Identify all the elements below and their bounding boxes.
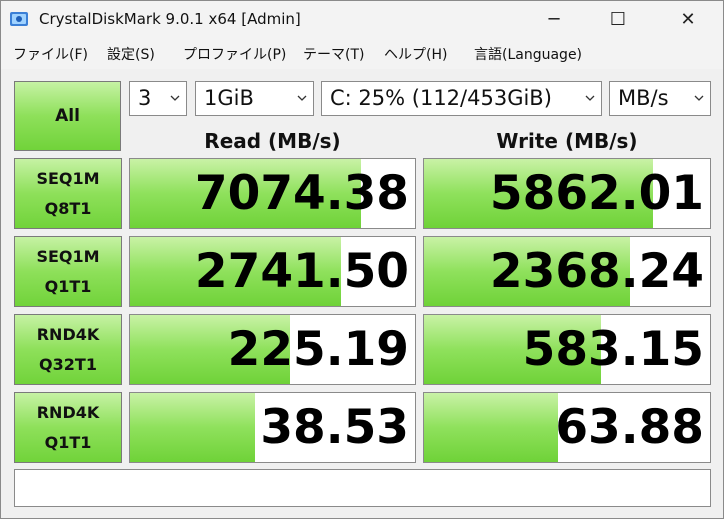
read-result-rnd4k-q1t1: 38.53 [129, 392, 416, 463]
test-button-line2: Q1T1 [44, 276, 92, 296]
minimize-icon: ─ [548, 8, 560, 30]
read-value: 7074.38 [194, 166, 409, 221]
minimize-button[interactable]: ─ [531, 1, 577, 37]
chevron-down-icon [694, 95, 704, 101]
main-content: All 3 1GiB C: 25% (112/453GiB) MB/s Read… [1, 69, 723, 518]
test-count-select[interactable]: 3 [129, 81, 187, 116]
read-value: 225.19 [227, 322, 409, 377]
test-button-line1: SEQ1M [36, 246, 100, 266]
write-result-seq1m-q1t1: 2368.24 [423, 236, 711, 307]
test-count-value: 3 [138, 86, 152, 110]
app-window: CrystalDiskMark 9.0.1 x64 [Admin] ─ ☐ ✕ … [0, 0, 724, 519]
test-button-seq1m-q8t1[interactable]: SEQ1M Q8T1 [14, 158, 122, 229]
test-button-rnd4k-q1t1[interactable]: RND4K Q1T1 [14, 392, 122, 463]
write-result-rnd4k-q32t1: 583.15 [423, 314, 711, 385]
test-button-line2: Q32T1 [39, 354, 97, 374]
unit-select[interactable]: MB/s [609, 81, 711, 116]
maximize-icon: ☐ [609, 8, 627, 30]
read-result-rnd4k-q32t1: 225.19 [129, 314, 416, 385]
title-bar[interactable]: CrystalDiskMark 9.0.1 x64 [Admin] ─ ☐ ✕ [1, 1, 723, 37]
read-value: 38.53 [260, 400, 409, 455]
drive-value: C: 25% (112/453GiB) [330, 86, 552, 110]
read-result-seq1m-q1t1: 2741.50 [129, 236, 416, 307]
write-result-seq1m-q8t1: 5862.01 [423, 158, 711, 229]
menu-help[interactable]: ヘルプ(H) [384, 44, 447, 64]
test-button-seq1m-q1t1[interactable]: SEQ1M Q1T1 [14, 236, 122, 307]
all-tests-button[interactable]: All [14, 81, 121, 151]
write-value: 63.88 [555, 400, 704, 455]
write-value: 2368.24 [489, 244, 704, 299]
close-icon: ✕ [680, 8, 696, 30]
maximize-button[interactable]: ☐ [595, 1, 641, 37]
menu-file[interactable]: ファイル(F) [13, 44, 88, 64]
write-column-header: Write (MB/s) [496, 129, 638, 153]
read-column-header: Read (MB/s) [204, 129, 341, 153]
test-button-line1: RND4K [36, 402, 100, 422]
unit-value: MB/s [618, 86, 669, 110]
read-result-seq1m-q8t1: 7074.38 [129, 158, 416, 229]
test-button-line1: SEQ1M [36, 168, 100, 188]
menu-profile[interactable]: プロファイル(P) [183, 44, 286, 64]
chevron-down-icon [297, 95, 307, 101]
test-button-line2: Q1T1 [44, 432, 92, 452]
close-button[interactable]: ✕ [665, 1, 711, 37]
write-value: 5862.01 [489, 166, 704, 221]
test-size-select[interactable]: 1GiB [195, 81, 314, 116]
write-value: 583.15 [522, 322, 704, 377]
write-result-rnd4k-q1t1: 63.88 [423, 392, 711, 463]
test-size-value: 1GiB [204, 86, 254, 110]
menu-bar: ファイル(F) 設定(S) プロファイル(P) テーマ(T) ヘルプ(H) 言語… [1, 37, 723, 69]
test-button-rnd4k-q32t1[interactable]: RND4K Q32T1 [14, 314, 122, 385]
menu-settings[interactable]: 設定(S) [107, 44, 155, 64]
test-button-line2: Q8T1 [44, 198, 92, 218]
menu-language[interactable]: 言語(Language) [474, 44, 582, 64]
read-bar [130, 393, 256, 462]
test-button-line1: RND4K [36, 324, 100, 344]
drive-select[interactable]: C: 25% (112/453GiB) [321, 81, 602, 116]
crystaldiskmark-app-icon [9, 9, 29, 29]
menu-theme[interactable]: テーマ(T) [303, 44, 364, 64]
window-title: CrystalDiskMark 9.0.1 x64 [Admin] [39, 10, 301, 28]
write-bar [424, 393, 559, 462]
read-value: 2741.50 [194, 244, 409, 299]
chevron-down-icon [170, 95, 180, 101]
comment-field[interactable] [14, 469, 711, 507]
chevron-down-icon [585, 95, 595, 101]
